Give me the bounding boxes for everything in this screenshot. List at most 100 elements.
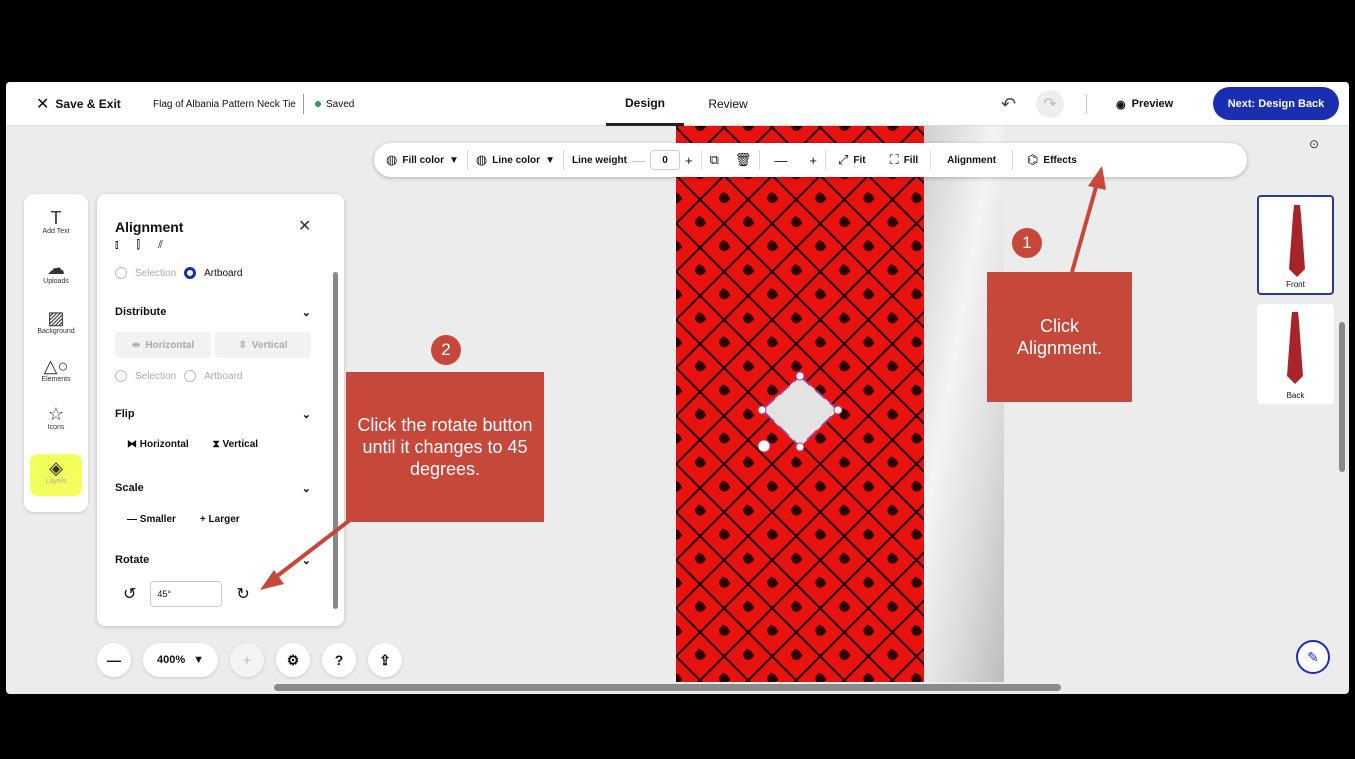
layers-button[interactable]: ◈ Layers: [30, 454, 82, 496]
step-badge-2: 2: [431, 335, 461, 365]
rotate-left-icon[interactable]: ↺: [123, 584, 136, 604]
add-text-button[interactable]: T Add Text: [24, 208, 88, 235]
callout-step-2: Click the rotate button until it changes…: [346, 372, 544, 522]
plus-icon: +: [199, 514, 209, 525]
scale-section-header[interactable]: Scale ⌄: [115, 482, 311, 495]
smaller-button[interactable]: — Smaller: [127, 514, 176, 525]
rotate-label: Rotate: [115, 554, 150, 566]
zoom-out-button[interactable]: —: [97, 643, 131, 677]
fill-color-button[interactable]: ◍ Fill color ▼: [374, 152, 467, 168]
selection-radio[interactable]: [115, 267, 127, 279]
add-text-label: Add Text: [42, 228, 70, 235]
tie-thumbnail-front: [1289, 205, 1305, 277]
flip-horizontal-icon: ⧓: [127, 439, 140, 450]
focus-icon[interactable]: ⊙: [1309, 137, 1319, 151]
divider: [1086, 94, 1087, 114]
artboard-radio[interactable]: [184, 370, 197, 382]
minus-icon: —: [127, 514, 140, 525]
alignment-button[interactable]: Alignment: [931, 155, 1012, 166]
share-icon[interactable]: ⇪: [368, 643, 403, 677]
align-bottom-icon[interactable]: ⫽: [158, 239, 163, 252]
fill-button[interactable]: ⛶ Fill: [878, 152, 931, 168]
flip-section-header[interactable]: Flip ⌄: [115, 408, 311, 421]
distribute-vertical-label: Vertical: [251, 339, 288, 351]
settings-icon[interactable]: ⚙: [276, 643, 311, 677]
distribute-buttons: ⇹ Horizontal ⇳ Vertical: [115, 332, 311, 358]
chevron-down-icon: ⌄: [301, 483, 311, 495]
larger-button[interactable]: + Larger: [200, 514, 240, 525]
tab-review[interactable]: Review: [698, 82, 758, 126]
trash-icon[interactable]: 🗑: [727, 152, 760, 168]
chevron-down-icon: ⌄: [301, 555, 311, 567]
distribute-section-header[interactable]: Distribute ⌄: [115, 306, 311, 319]
selection-radio[interactable]: [115, 370, 127, 382]
distribute-vertical-icon: ⇳: [238, 339, 247, 351]
elements-button[interactable]: △○ Elements: [24, 356, 88, 383]
chevron-down-icon: ⌄: [301, 409, 311, 421]
distribute-horizontal-button[interactable]: ⇹ Horizontal: [115, 332, 211, 358]
icons-button[interactable]: ☆ Icons: [24, 404, 88, 431]
layers-label: Layers: [45, 478, 67, 485]
rotate-right-icon[interactable]: ↻: [236, 584, 249, 604]
fit-button[interactable]: ⤢ Fit: [826, 152, 878, 168]
plus-icon[interactable]: +: [685, 153, 693, 168]
alignment-panel: Alignment ✕ ⫾ ⫿ ⫽ Selection Artboard Dis…: [97, 194, 344, 626]
thumbnail-front[interactable]: Front: [1257, 195, 1334, 295]
zoom-in-button[interactable]: +: [230, 643, 265, 677]
uploads-button[interactable]: ☁ Uploads: [24, 258, 88, 285]
distribute-vertical-button[interactable]: ⇳ Vertical: [215, 332, 311, 358]
flip-label: Flip: [115, 408, 135, 420]
duplicate-icon[interactable]: ⧉: [702, 152, 727, 168]
panel-scrollbar[interactable]: [333, 272, 338, 609]
selection-label: Selection: [135, 370, 177, 382]
scale-buttons: — Smaller + Larger: [127, 514, 240, 525]
flip-horizontal-button[interactable]: ⧓ Horizontal: [127, 439, 189, 450]
distribute-relative-to: Selection Artboard: [115, 370, 243, 382]
close-icon[interactable]: ✕: [298, 216, 311, 236]
horizontal-scrollbar[interactable]: [274, 684, 1061, 691]
align-middle-icon[interactable]: ⫿: [137, 239, 141, 252]
preview-button[interactable]: ◉ Preview: [1116, 82, 1173, 126]
bring-forward-icon[interactable]: +: [801, 153, 825, 168]
line-color-button[interactable]: ◍ Line color ▼: [468, 152, 563, 168]
save-exit-button[interactable]: ✕ Save & Exit: [36, 82, 121, 126]
line-weight-input[interactable]: 0: [649, 150, 680, 170]
save-status: Saved: [315, 82, 354, 126]
distribute-horizontal-label: Horizontal: [145, 339, 195, 351]
left-rail: T Add Text ☁ Uploads ▨ Background △○ Ele…: [24, 194, 88, 512]
vertical-scrollbar[interactable]: [1339, 322, 1345, 472]
send-backward-icon[interactable]: —: [760, 153, 801, 168]
upload-icon: ☁: [47, 258, 65, 278]
background-button[interactable]: ▨ Background: [24, 308, 88, 335]
flip-vertical-label: Vertical: [222, 439, 259, 450]
distribute-horizontal-icon: ⇹: [131, 339, 141, 351]
fill-color-label: Fill color: [402, 154, 445, 166]
flip-horizontal-label: Horizontal: [139, 439, 189, 450]
artboard-radio[interactable]: [184, 267, 197, 279]
align-top-icon[interactable]: ⫾: [115, 239, 119, 252]
caret-down-icon: ▼: [545, 154, 555, 166]
text-icon: T: [50, 208, 62, 228]
flip-vertical-button[interactable]: ⧗ Vertical: [213, 439, 258, 450]
help-icon[interactable]: ?: [322, 643, 357, 677]
zoom-select[interactable]: 400% ▼: [143, 643, 219, 677]
icons-label: Icons: [47, 424, 65, 431]
chat-icon[interactable]: ✎: [1296, 640, 1330, 674]
tie-canvas[interactable]: [676, 126, 924, 682]
redo-icon[interactable]: ↷: [1036, 90, 1064, 118]
rotate-section-header[interactable]: Rotate ⌄: [115, 554, 311, 567]
tab-design[interactable]: Design: [606, 82, 684, 126]
zoom-value: 400%: [157, 654, 186, 666]
next-design-back-button[interactable]: Next: Design Back: [1213, 87, 1339, 120]
background-label: Background: [37, 328, 75, 335]
align-relative-to: Selection Artboard: [115, 267, 243, 279]
divider: [303, 94, 304, 114]
effects-button[interactable]: ⌬ Effects: [1013, 152, 1091, 168]
rotate-input[interactable]: 45°: [150, 581, 223, 607]
zoom-controls: — 400% ▼ + ⚙ ? ⇪: [97, 643, 403, 677]
minus-icon[interactable]: —: [632, 153, 645, 168]
eye-icon: ◉: [1116, 98, 1126, 111]
undo-icon[interactable]: ↶: [1001, 82, 1016, 126]
document-title[interactable]: Flag of Albania Pattern Neck Tie: [153, 82, 296, 126]
thumbnail-back[interactable]: Back: [1257, 304, 1334, 404]
